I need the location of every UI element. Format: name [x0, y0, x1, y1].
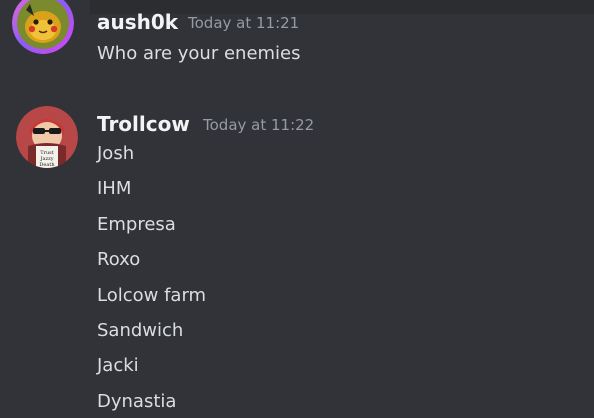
pikachu-avatar-icon[interactable] [12, 0, 74, 54]
message-text: Empresa [97, 214, 176, 235]
message-trollcow: Trust Jazzy Death Trollcow Today at 11:2… [0, 100, 594, 418]
timestamp: Today at 11:21 [188, 14, 300, 32]
message-aush0k: aush0k Today at 11:21 Who are your enemi… [0, 0, 594, 80]
trollcow-avatar-icon[interactable]: Trust Jazzy Death [16, 106, 78, 168]
message-text: Sandwich [97, 320, 184, 341]
chat-messages: aush0k Today at 11:21 Who are your enemi… [0, 0, 594, 418]
message-text: IHM [97, 178, 132, 199]
message-text: Dynastia [97, 391, 177, 412]
username-aush0k[interactable]: aush0k [97, 10, 178, 34]
message-text: Roxo [97, 249, 141, 270]
message-text: Lolcow farm [97, 285, 207, 306]
message-text: Who are your enemies [97, 43, 301, 64]
username-trollcow[interactable]: Trollcow [97, 112, 190, 136]
svg-text:Death: Death [39, 162, 55, 168]
timestamp: Today at 11:22 [203, 116, 315, 134]
message-text: Jacki [97, 355, 139, 376]
message-text: Josh [97, 143, 135, 164]
